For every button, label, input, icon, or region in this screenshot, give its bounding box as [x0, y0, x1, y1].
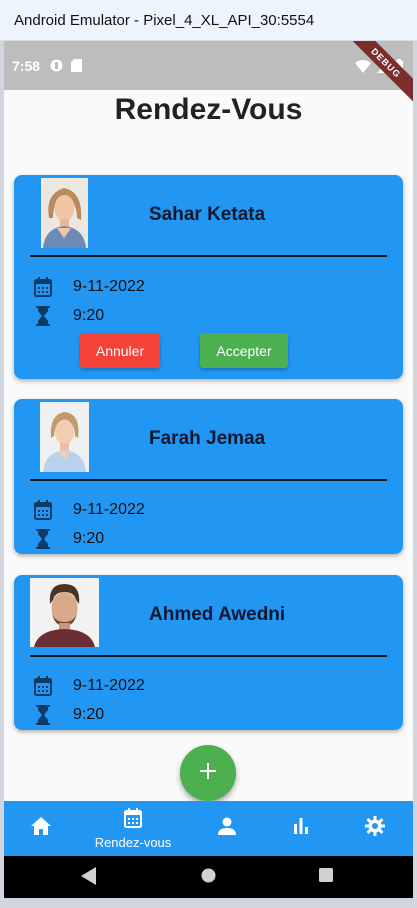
home-button-icon[interactable]: [201, 868, 216, 888]
card-divider: [30, 255, 387, 257]
status-time: 7:58: [12, 58, 41, 74]
person-icon: [218, 817, 236, 840]
nav-item-statistics[interactable]: [286, 801, 316, 856]
time-row: 9:20: [32, 528, 104, 550]
appointment-date: 9-11-2022: [73, 501, 145, 518]
back-icon[interactable]: [81, 867, 97, 890]
window-title: Android Emulator - Pixel_4_XL_API_30:555…: [14, 12, 315, 29]
notification-icon: [50, 59, 63, 77]
accept-button[interactable]: Accepter: [200, 333, 288, 368]
patient-avatar: [41, 178, 88, 248]
appointment-card[interactable]: Ahmed Awedni 9-11-2022 9:20: [14, 575, 403, 730]
home-icon: [31, 817, 51, 840]
date-row: 9-11-2022: [32, 276, 145, 298]
nav-item-rendez-vous[interactable]: Rendez-vous: [90, 801, 176, 856]
hourglass-icon: [32, 305, 54, 327]
recents-icon[interactable]: [319, 868, 333, 887]
add-appointment-button[interactable]: [180, 745, 236, 801]
time-row: 9:20: [32, 305, 104, 327]
date-row: 9-11-2022: [32, 499, 145, 521]
window-titlebar[interactable]: Android Emulator - Pixel_4_XL_API_30:555…: [0, 0, 417, 41]
bar-chart-icon: [293, 818, 309, 839]
calendar-icon: [32, 276, 54, 298]
plus-icon: [200, 762, 216, 784]
sd-card-icon: [71, 59, 82, 77]
nav-item-profile[interactable]: [212, 801, 242, 856]
calendar-icon: [32, 499, 54, 521]
settings-icon: [365, 816, 385, 841]
appointment-card[interactable]: Farah Jemaa 9-11-2022 9:20: [14, 399, 403, 554]
nav-label: Rendez-vous: [94, 834, 172, 850]
wifi-icon: [355, 59, 371, 78]
calendar-icon: [32, 675, 54, 697]
date-row: 9-11-2022: [32, 675, 145, 697]
calendar-icon: [124, 807, 142, 833]
device-screen: 7:58 DEBUG Rendez-Vous Sahar Ketata 9-11…: [4, 41, 413, 898]
card-divider: [30, 655, 387, 657]
cancel-button[interactable]: Annuler: [80, 333, 160, 368]
bottom-navigation: Rendez-vous: [4, 801, 413, 856]
card-divider: [30, 479, 387, 481]
emulator-window: Android Emulator - Pixel_4_XL_API_30:555…: [0, 0, 417, 908]
appointment-date: 9-11-2022: [73, 278, 145, 295]
patient-avatar: [30, 578, 99, 647]
system-navigation-bar: [4, 856, 413, 898]
appointment-time: 9:20: [73, 706, 105, 723]
patient-name: Farah Jemaa: [149, 428, 266, 449]
appointment-time: 9:20: [73, 307, 105, 324]
patient-name: Ahmed Awedni: [149, 604, 286, 625]
patient-avatar: [40, 402, 89, 472]
nav-item-settings[interactable]: [360, 801, 390, 856]
status-bar: 7:58 DEBUG: [4, 41, 413, 108]
appointment-time: 9:20: [73, 530, 105, 547]
hourglass-icon: [32, 704, 54, 726]
appointment-date: 9-11-2022: [73, 677, 145, 694]
time-row: 9:20: [32, 704, 104, 726]
page-title: Rendez-Vous: [114, 93, 303, 126]
patient-name: Sahar Ketata: [149, 204, 266, 225]
appointment-card[interactable]: Sahar Ketata 9-11-2022 9:20 Annuler Acce…: [14, 175, 403, 379]
nav-item-home[interactable]: [26, 801, 56, 856]
hourglass-icon: [32, 528, 54, 550]
